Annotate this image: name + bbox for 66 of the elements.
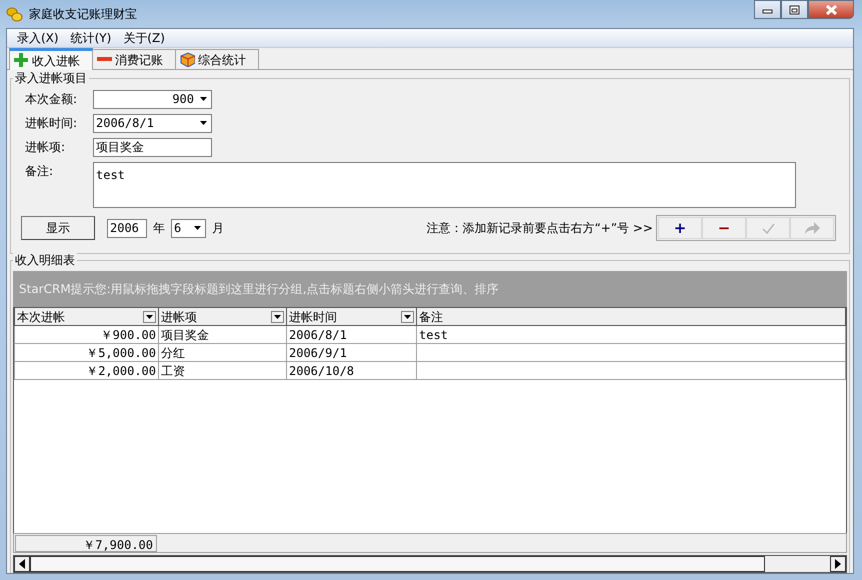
table-cell: 分红 <box>158 344 286 362</box>
table-cell: 2006/9/1 <box>286 344 416 362</box>
input-field[interactable]: 项目奖金 <box>93 138 212 156</box>
close-icon <box>824 4 838 16</box>
menu-item[interactable]: 录入(X) <box>11 29 65 47</box>
dropdown-arrow-icon <box>404 314 411 318</box>
month-label: 月 <box>212 220 224 237</box>
field-label: 备注: <box>24 163 54 180</box>
field-label: 进帐时间: <box>24 115 78 132</box>
maximize-icon <box>789 4 800 14</box>
group-title: 收入明细表 <box>13 253 77 267</box>
table-cell: 项目奖金 <box>158 326 286 344</box>
scroll-left-button[interactable] <box>14 556 30 572</box>
tab[interactable]: 消费记账 <box>92 49 176 69</box>
tab[interactable]: 综合统计 <box>175 49 259 69</box>
note-field[interactable]: test <box>93 162 796 208</box>
year-field[interactable]: 2006 <box>107 218 147 238</box>
maximize-button[interactable] <box>781 0 808 19</box>
group-by-hint: StarCRM提示您:用鼠标拖拽字段标题到这里进行分组,点击标题右侧小箭头进行查询、排序 <box>13 271 847 307</box>
table-cell: 工资 <box>158 362 286 380</box>
tab[interactable]: 收入进帐 <box>9 48 93 70</box>
scroll-thumb[interactable] <box>30 556 765 572</box>
column-header[interactable]: 备注 <box>416 308 846 326</box>
show-button[interactable]: 显示 <box>21 216 95 240</box>
dropdown-arrow-icon <box>274 314 281 318</box>
total-cell: ￥7,900.00 <box>15 534 157 552</box>
filter-button[interactable] <box>401 310 414 322</box>
minimize-button[interactable] <box>754 0 781 19</box>
redo-arrow-icon <box>804 221 820 235</box>
month-combobox[interactable]: 6 <box>171 218 206 238</box>
dropdown-arrow-icon <box>192 225 202 231</box>
table-cell: ￥5,000.00 <box>14 344 158 362</box>
close-button[interactable] <box>808 0 854 19</box>
horizontal-scrollbar[interactable] <box>13 555 847 573</box>
table-cell: 2006/10/8 <box>286 362 416 380</box>
field-label: 本次金额: <box>24 91 78 108</box>
right-arrow-icon <box>835 559 841 569</box>
dropdown-arrow-icon <box>198 120 208 126</box>
toolbar-button[interactable]: + <box>658 217 702 239</box>
filter-button[interactable] <box>143 310 156 322</box>
check-icon <box>762 222 774 234</box>
group-title: 录入进帐项目 <box>13 71 89 85</box>
menu-item[interactable]: 关于(Z) <box>117 29 171 47</box>
scroll-right-button[interactable] <box>830 556 846 572</box>
plus-icon <box>14 53 29 68</box>
amount-combobox[interactable]: 900 <box>93 90 212 108</box>
column-header[interactable]: 进帐时间 <box>286 308 416 326</box>
toolbar-button[interactable]: − <box>702 217 746 239</box>
window-title: 家庭收支记账理财宝 <box>29 6 137 23</box>
column-header[interactable]: 进帐项 <box>158 308 286 326</box>
table-cell: ￥900.00 <box>14 326 158 344</box>
left-arrow-icon <box>19 559 25 569</box>
column-header[interactable]: 本次进帐 <box>14 308 158 326</box>
dropdown-arrow-icon <box>146 314 153 318</box>
coins-icon <box>6 6 23 22</box>
cube-icon <box>180 52 195 67</box>
year-label: 年 <box>153 220 165 237</box>
field-label: 进帐项: <box>24 139 66 156</box>
table-cell: test <box>416 326 846 344</box>
table-cell: ￥2,000.00 <box>14 362 158 380</box>
notice-text: 注意：添加新记录前要点击右方“+”号 >> <box>426 220 653 237</box>
menu-item[interactable]: 统计(Y) <box>64 29 118 47</box>
table-cell: 2006/8/1 <box>286 326 416 344</box>
filter-button[interactable] <box>271 310 284 322</box>
dropdown-arrow-icon <box>198 96 208 102</box>
date-picker[interactable]: 2006/8/1 <box>93 114 212 132</box>
